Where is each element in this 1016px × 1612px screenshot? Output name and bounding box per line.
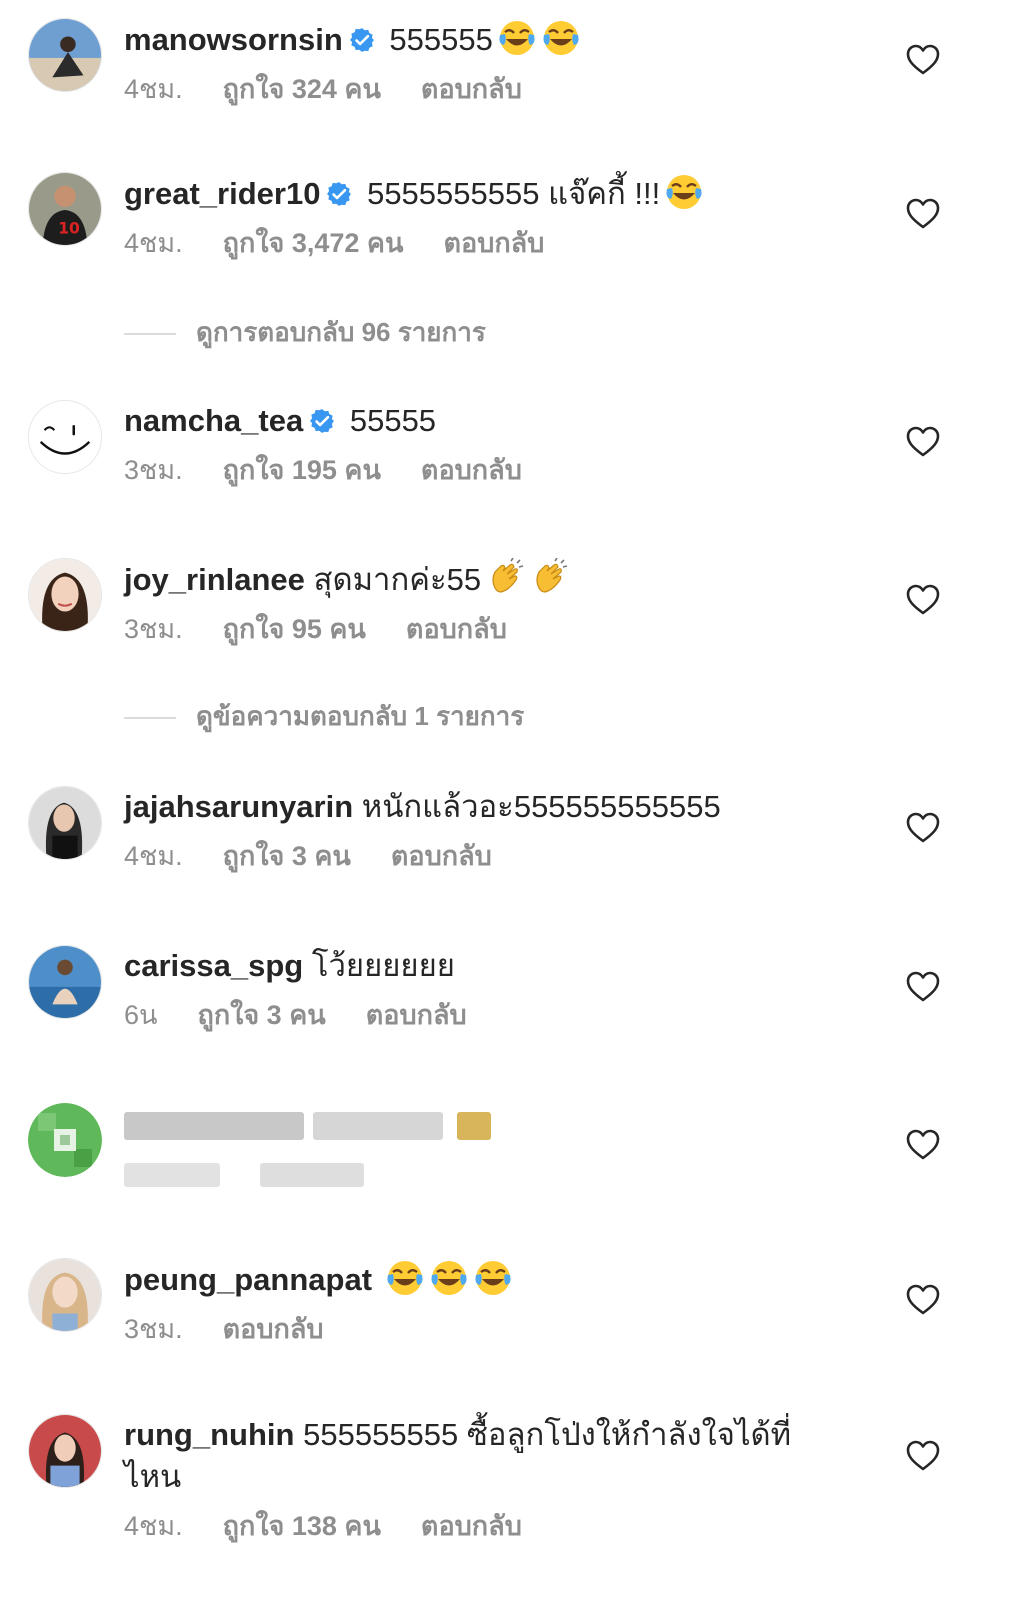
face-with-tears-of-joy-icon bbox=[473, 1258, 513, 1298]
comment-username[interactable]: manowsornsin bbox=[124, 22, 343, 57]
comment-username[interactable]: peung_pannapat bbox=[124, 1262, 372, 1297]
avatar[interactable]: 10 bbox=[28, 172, 102, 246]
censored-comment-line bbox=[124, 1103, 844, 1145]
heart-outline-icon[interactable] bbox=[906, 971, 940, 1003]
censored-meta bbox=[124, 1155, 844, 1191]
heart-outline-icon[interactable] bbox=[906, 44, 940, 76]
comment-time: 3ชม. bbox=[124, 1314, 183, 1344]
comment-text: 55555 bbox=[349, 403, 437, 438]
comment-likes[interactable]: ถูกใจ 3 คน bbox=[223, 838, 351, 874]
comment-time: 4ชม. bbox=[124, 74, 183, 104]
reply-button[interactable]: ตอบกลับ bbox=[406, 611, 507, 647]
verified-badge-icon bbox=[309, 408, 335, 434]
reply-button[interactable]: ตอบกลับ bbox=[421, 71, 522, 107]
reply-divider bbox=[124, 717, 176, 720]
view-replies-label: ดูการตอบกลับ 96 รายการ bbox=[196, 317, 486, 347]
view-replies-button[interactable]: ดูข้อความตอบกลับ 1 รายการ bbox=[124, 698, 524, 734]
comment-text: สุดมากค่ะ55 bbox=[313, 562, 482, 597]
face-with-tears-of-joy-icon bbox=[497, 18, 537, 58]
comment-likes[interactable]: ถูกใจ 3,472 คน bbox=[223, 225, 404, 261]
comment-likes[interactable]: ถูกใจ 3 คน bbox=[197, 997, 325, 1033]
comment-time: 4ชม. bbox=[124, 841, 183, 871]
reply-button[interactable]: ตอบกลับ bbox=[443, 225, 544, 261]
heart-outline-icon[interactable] bbox=[906, 812, 940, 844]
comment-username[interactable]: rung_nuhin bbox=[124, 1417, 294, 1452]
face-with-tears-of-joy-icon bbox=[429, 1258, 469, 1298]
avatar[interactable] bbox=[28, 1258, 102, 1332]
face-with-tears-of-joy-icon bbox=[385, 1258, 425, 1298]
avatar[interactable] bbox=[28, 558, 102, 632]
comment-text: 5555555555 แจ๊คกี้ !!! bbox=[367, 176, 661, 211]
verified-badge-icon bbox=[349, 27, 375, 53]
avatar[interactable] bbox=[28, 400, 102, 474]
censored-username bbox=[124, 1111, 304, 1140]
comment-time: 4ชม. bbox=[124, 1511, 183, 1541]
view-replies-label: ดูข้อความตอบกลับ 1 รายการ bbox=[196, 701, 525, 731]
reply-button[interactable]: ตอบกลับ bbox=[391, 838, 492, 874]
heart-outline-icon[interactable] bbox=[906, 1284, 940, 1316]
svg-text:10: 10 bbox=[58, 219, 80, 237]
comment-username[interactable]: jajahsarunyarin bbox=[124, 789, 353, 824]
comment-username[interactable]: joy_rinlanee bbox=[124, 562, 305, 597]
comment-time: 3ชม. bbox=[124, 614, 183, 644]
comment-time: 6น bbox=[124, 1000, 158, 1030]
comment-username[interactable]: carissa_spg bbox=[124, 948, 303, 983]
censored-reply bbox=[260, 1162, 364, 1187]
heart-outline-icon[interactable] bbox=[906, 198, 940, 230]
face-with-tears-of-joy-icon bbox=[664, 172, 704, 212]
comment-text: 555555 bbox=[389, 22, 493, 57]
censored-emoji bbox=[457, 1111, 492, 1140]
comment-likes[interactable]: ถูกใจ 95 คน bbox=[223, 611, 366, 647]
reply-button[interactable]: ตอบกลับ bbox=[366, 997, 467, 1033]
reply-divider bbox=[124, 333, 176, 336]
heart-outline-icon[interactable] bbox=[906, 426, 940, 458]
face-with-tears-of-joy-icon bbox=[541, 18, 581, 58]
censored-text bbox=[312, 1111, 443, 1140]
reply-button[interactable]: ตอบกลับ bbox=[223, 1311, 324, 1347]
comment-time: 4ชม. bbox=[124, 228, 183, 258]
verified-badge-icon bbox=[326, 181, 352, 207]
heart-outline-icon[interactable] bbox=[906, 1440, 940, 1472]
avatar[interactable] bbox=[28, 18, 102, 92]
censored-time bbox=[124, 1162, 220, 1187]
reply-button[interactable]: ตอบกลับ bbox=[421, 452, 522, 488]
comment-text: หนักแล้วอะ555555555555 bbox=[361, 789, 721, 824]
comment-likes[interactable]: ถูกใจ 324 คน bbox=[223, 71, 381, 107]
clapping-hands-icon bbox=[485, 558, 525, 598]
avatar[interactable] bbox=[28, 1414, 102, 1488]
reply-button[interactable]: ตอบกลับ bbox=[421, 1508, 522, 1544]
comment-username[interactable]: namcha_tea bbox=[124, 403, 303, 438]
heart-outline-icon[interactable] bbox=[906, 584, 940, 616]
avatar[interactable] bbox=[28, 1103, 102, 1177]
heart-outline-icon[interactable] bbox=[906, 1129, 940, 1161]
comment-text: โว้ยยยยยย bbox=[311, 948, 455, 983]
comment-username[interactable]: great_rider10 bbox=[124, 176, 320, 211]
clapping-hands-icon bbox=[529, 558, 569, 598]
comment-likes[interactable]: ถูกใจ 195 คน bbox=[223, 452, 381, 488]
comment-likes[interactable]: ถูกใจ 138 คน bbox=[223, 1508, 381, 1544]
comment-time: 3ชม. bbox=[124, 455, 183, 485]
avatar[interactable] bbox=[28, 945, 102, 1019]
avatar[interactable] bbox=[28, 786, 102, 860]
view-replies-button[interactable]: ดูการตอบกลับ 96 รายการ bbox=[124, 314, 486, 350]
